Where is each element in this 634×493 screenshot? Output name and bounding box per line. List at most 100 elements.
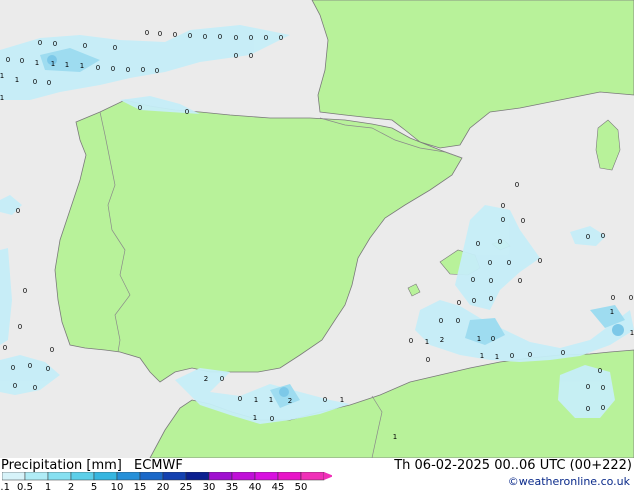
precip-value-label: 0 [13, 382, 17, 390]
precip-value-label: 0 [471, 276, 475, 284]
precip-value-label: 0 [323, 396, 327, 404]
chart-title: Precipitation [mm] ECMWF [1, 458, 183, 473]
precip-value-label: 0 [439, 317, 443, 325]
colorbar-tick-label: 20 [156, 482, 170, 493]
precip-value-label: 0 [476, 240, 480, 248]
precip-value-label: 0 [138, 104, 142, 112]
model-name: ECMWF [134, 458, 183, 473]
colorbar-segment [277, 472, 302, 481]
precip-value-label: 0 [518, 277, 522, 285]
precip-value-label: 0 [6, 56, 10, 64]
precip-value-label: 0 [141, 66, 145, 74]
precip-value-label: 0 [16, 207, 20, 215]
precip-value-label: 1 [15, 76, 19, 84]
title-text: Precipitation [mm] [1, 458, 122, 473]
precip-value-label: 0 [50, 346, 54, 354]
colorbar-segment [2, 472, 26, 481]
precip-value-label: 0 [489, 295, 493, 303]
colorbar-segment [254, 472, 279, 481]
precip-value-label: 0 [501, 202, 505, 210]
precip-value-label: 2 [440, 336, 444, 344]
precip-value-label: 0 [28, 362, 32, 370]
colorbar-segment [93, 472, 118, 481]
precip-value-label: 0 [113, 44, 117, 52]
precip-value-label: 0 [279, 34, 283, 42]
colorbar-segment [185, 472, 210, 481]
colorbar-tick-label: 50 [294, 482, 308, 493]
precip-value-label: 0 [457, 299, 461, 307]
precip-value-label: 0 [46, 365, 50, 373]
colorbar-segment [24, 472, 49, 481]
precip-value-label: 0 [33, 78, 37, 86]
precip-value-label: 0 [601, 404, 605, 412]
colorbar-tick-label: 0.1 [0, 482, 10, 493]
precip-value-label: 0 [598, 367, 602, 375]
precip-value-label: 0 [488, 259, 492, 267]
precip-value-label: 0 [601, 384, 605, 392]
precip-value-label: 0 [409, 337, 413, 345]
precip-value-label: 0 [501, 216, 505, 224]
precip-value-label: 0 [489, 277, 493, 285]
colorbar-segment [47, 472, 72, 481]
precip-value-label: 1 [51, 60, 55, 68]
colorbar-tick-label: 25 [179, 482, 193, 493]
colorbar-segment [70, 472, 95, 481]
precip-value-label: 0 [234, 52, 238, 60]
colorbar-segment [162, 472, 187, 481]
colorbar-tick-label: 45 [271, 482, 285, 493]
precip-value-label: 0 [510, 352, 514, 360]
colorbar-segment [231, 472, 256, 481]
precip-value-label: 0 [249, 34, 253, 42]
precip-value-label: 1 [0, 94, 4, 102]
precip-value-label: 1 [477, 335, 481, 343]
colorbar-segment [116, 472, 141, 481]
colorbar-tick-label: 1 [44, 482, 52, 493]
credit-link[interactable]: ©weatheronline.co.uk [508, 475, 630, 488]
precip-value-label: 1 [269, 396, 273, 404]
precip-value-label: 1 [480, 352, 484, 360]
colorbar-tick-label: 15 [133, 482, 147, 493]
precip-value-label: 2 [204, 375, 208, 383]
precip-value-label: 0 [498, 238, 502, 246]
precip-value-label: 1 [610, 308, 614, 316]
precip-value-label: 0 [185, 108, 189, 116]
precip-value-label: 0 [23, 287, 27, 295]
precip-value-label: 1 [65, 61, 69, 69]
precip-value-label: 0 [586, 383, 590, 391]
colorbar-segment [139, 472, 164, 481]
precip-value-label: 0 [20, 57, 24, 65]
precip-value-label: 0 [426, 356, 430, 364]
colorbar-tick-label: 2 [67, 482, 75, 493]
precip-value-label: 0 [111, 65, 115, 73]
precip-value-label: 0 [53, 40, 57, 48]
precip-value-label: 1 [0, 72, 4, 80]
precip-value-label: 0 [521, 217, 525, 225]
colorbar-tick-label: 35 [225, 482, 239, 493]
precip-value-label: 0 [218, 33, 222, 41]
precip-value-label: 0 [203, 33, 207, 41]
precip-value-label: 0 [264, 34, 268, 42]
precip-value-label: 0 [33, 384, 37, 392]
precip-value-label: 0 [145, 29, 149, 37]
precip-value-label: 1 [80, 62, 84, 70]
precip-value-label: 0 [601, 232, 605, 240]
precip-value-label: 0 [515, 181, 519, 189]
precip-value-label: 0 [47, 79, 51, 87]
precip-value-label: 0 [11, 364, 15, 372]
precip-value-label: 2 [288, 397, 292, 405]
colorbar-tick-label: 10 [110, 482, 124, 493]
precip-value-label: 1 [253, 414, 257, 422]
precip-value-label: 0 [472, 297, 476, 305]
precip-value-label: 0 [83, 42, 87, 50]
precip-value-label: 0 [586, 405, 590, 413]
precip-value-label: 0 [561, 349, 565, 357]
precip-value-label: 0 [507, 259, 511, 267]
precip-value-label: 1 [393, 433, 397, 441]
precip-value-label: 0 [158, 30, 162, 38]
precip-value-label: 0 [238, 395, 242, 403]
precip-value-label: 0 [220, 375, 224, 383]
precip-value-label: 0 [155, 67, 159, 75]
precip-value-label: 0 [18, 323, 22, 331]
precip-value-label: 1 [35, 59, 39, 67]
precip-value-label: 1 [425, 338, 429, 346]
